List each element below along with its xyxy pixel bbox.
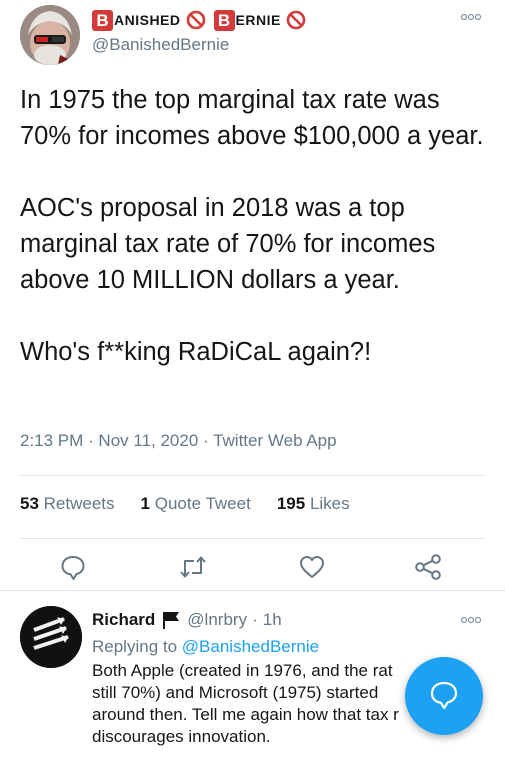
quote-tweets-stat[interactable]: 1 Quote Tweet (141, 494, 251, 514)
reply-author-handle[interactable]: @lnrbry (187, 610, 247, 630)
share-icon[interactable] (411, 550, 445, 584)
profile-avatar[interactable] (20, 5, 80, 65)
reply-author-name[interactable]: Richard (92, 610, 155, 630)
compose-reply-icon (430, 681, 458, 710)
quotes-label: Quote Tweet (154, 494, 251, 513)
tweet-text: In 1975 the top marginal tax rate was 70… (20, 82, 490, 370)
reply-line: still 70%) and Microsoft (1975) started (92, 683, 379, 702)
prohibited-circle-icon (286, 10, 306, 30)
tweet-paragraph-2: AOC's proposal in 2018 was a top margina… (20, 194, 436, 294)
divider (20, 538, 485, 539)
reply-line: Both Apple (created in 1976, and the rat (92, 661, 393, 680)
likes-label: Likes (309, 494, 350, 513)
name-word-bernie: B ERNIE (213, 9, 306, 31)
name-word-banished: B ANISHED (92, 9, 206, 31)
profile-photo-icon (20, 5, 80, 65)
comment-bubble-icon[interactable] (56, 550, 90, 584)
reply-line: around then. Tell me again how that tax … (92, 705, 399, 724)
reply-separator: · (252, 610, 258, 629)
retweets-label: Retweets (43, 494, 115, 513)
retweets-stat[interactable]: 53 Retweets (20, 494, 115, 514)
author-display-name[interactable]: B ANISHED B ERNIE (92, 7, 314, 33)
replying-prefix: Replying to (92, 637, 178, 656)
prohibited-circle-icon (186, 10, 205, 30)
tweet-paragraph-3: Who's f**king RaDiCaL again?! (20, 338, 372, 366)
arrows-logo-icon (20, 606, 82, 668)
divider (20, 475, 485, 476)
reply-header: Richard @lnrbry · 1h (92, 610, 282, 630)
tweet-paragraph-1: In 1975 the top marginal tax rate was 70… (20, 86, 484, 150)
replying-to: Replying to @BanishedBernie (92, 637, 319, 657)
tweet-stats: 53 Retweets 1 Quote Tweet 195 Likes (20, 494, 376, 514)
compose-reply-button[interactable] (405, 657, 483, 735)
heart-icon[interactable] (295, 550, 329, 584)
reply-text: Both Apple (created in 1976, and the rat… (92, 660, 417, 748)
author-handle[interactable]: @BanishedBernie (92, 35, 229, 55)
tweet-timestamp[interactable]: 2:13 PM · Nov 11, 2020 · Twitter Web App (20, 431, 337, 451)
quotes-count: 1 (140, 494, 150, 513)
likes-stat[interactable]: 195 Likes (277, 494, 350, 514)
name-rest-bernie: ERNIE (235, 12, 281, 28)
tweet-action-bar (0, 550, 505, 584)
more-dots-icon[interactable] (456, 7, 486, 27)
divider (0, 590, 505, 591)
retweet-icon[interactable] (176, 550, 210, 584)
black-flag-icon (163, 612, 180, 629)
likes-count: 195 (276, 494, 306, 513)
reply-avatar[interactable] (20, 606, 82, 668)
name-initial-b: B (92, 9, 113, 31)
reply-time[interactable]: 1h (263, 610, 282, 630)
reply-line: discourages innovation. (92, 727, 271, 746)
more-dots-icon[interactable] (456, 610, 486, 630)
retweets-count: 53 (20, 494, 39, 513)
name-initial-b2: B (213, 9, 235, 31)
replying-to-link[interactable]: @BanishedBernie (182, 637, 319, 656)
name-rest-banished: ANISHED (114, 12, 181, 28)
